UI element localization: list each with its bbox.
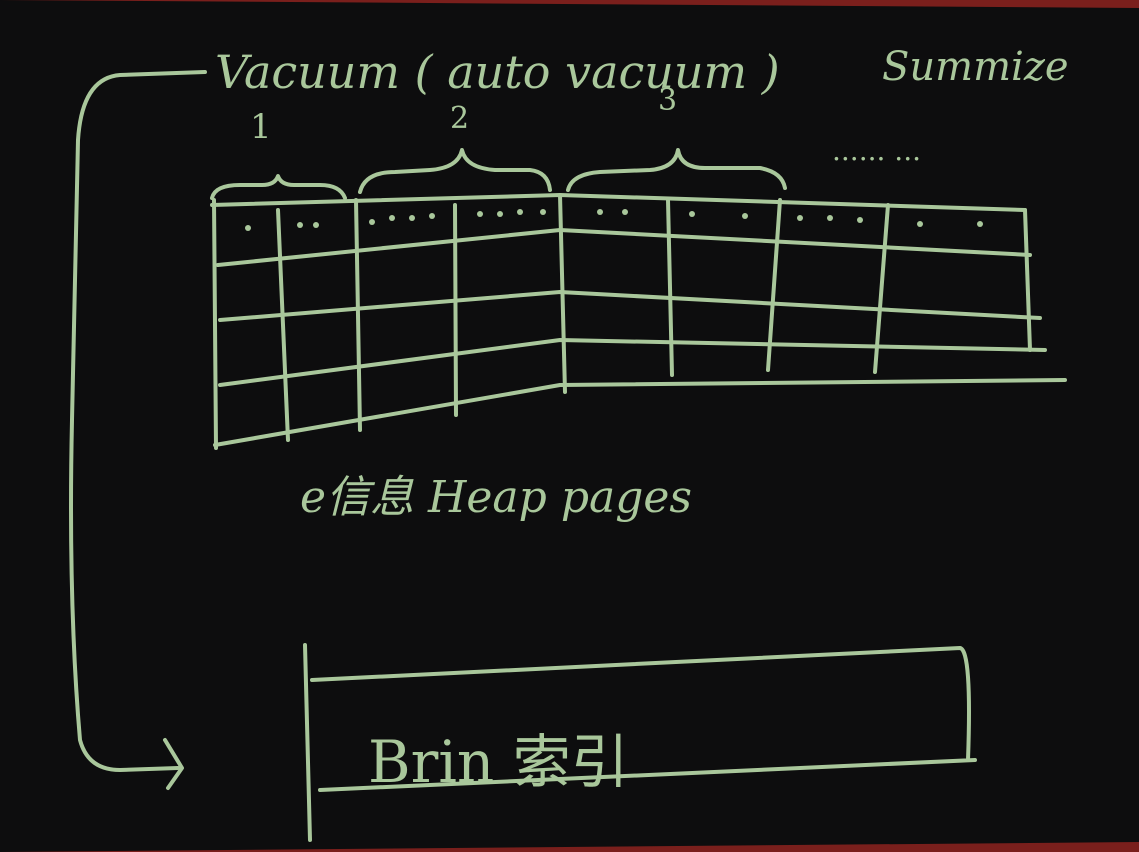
range-number-3: 3: [658, 83, 677, 118]
ellipsis-top: ...... ...: [832, 134, 921, 167]
range-number-1: 1: [250, 107, 272, 147]
range-number-2: 2: [450, 101, 469, 136]
heading-summize: Summize: [882, 44, 1069, 90]
brin-index-label: Brin 索引: [368, 728, 629, 796]
table-col-0: [212, 198, 218, 450]
heading-vacuum: Vacuum ( auto vacuum ): [215, 45, 780, 99]
table-col-3: [453, 203, 458, 417]
chalkboard-diagram: Vacuum ( auto vacuum ) Summize 1 2 3 ...…: [0, 0, 1139, 852]
table-caption: e信息 Heap pages: [300, 472, 692, 523]
